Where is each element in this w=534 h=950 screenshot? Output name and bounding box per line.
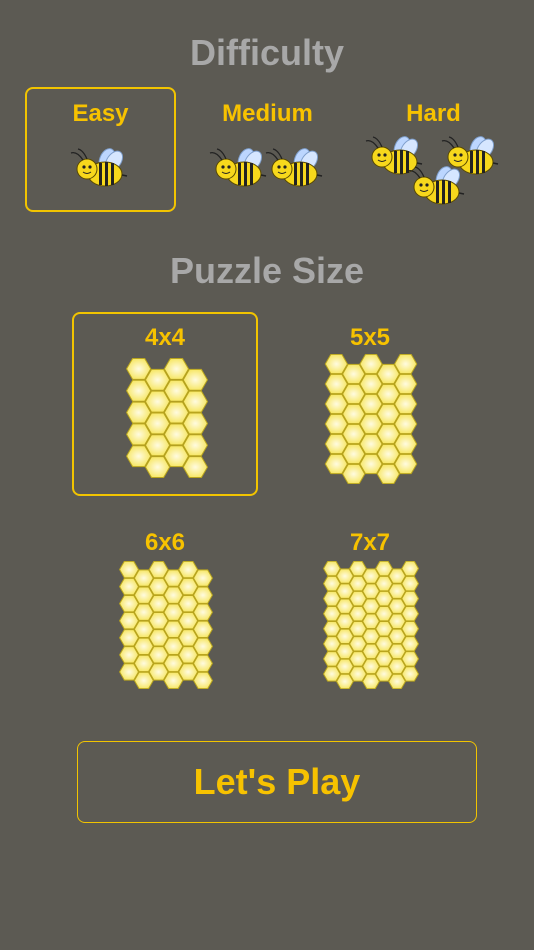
hex-cell: [401, 621, 420, 637]
difficulty-hard[interactable]: Hard: [358, 87, 509, 212]
hex-cell: [192, 620, 213, 638]
hex-cell: [401, 636, 420, 652]
hex-cell: [393, 413, 418, 435]
difficulty-medium[interactable]: Medium: [192, 87, 343, 212]
puzzle-size-title: Puzzle Size: [169, 250, 365, 291]
size-4x4-label: 4x4: [144, 324, 186, 351]
size-6x6[interactable]: 6x6: [72, 517, 258, 701]
difficulty-easy-label: Easy: [72, 100, 129, 127]
size-4x4[interactable]: 4x4: [72, 312, 258, 496]
size-6x6-label: 6x6: [144, 529, 186, 556]
size-7x7[interactable]: 7x7: [277, 517, 463, 701]
hex-cell: [192, 671, 213, 689]
hex-cell: [192, 603, 213, 621]
hex-cell: [192, 654, 213, 673]
hex-cell: [192, 569, 213, 587]
difficulty-medium-label: Medium: [222, 100, 313, 127]
hex-cell: [401, 666, 420, 682]
size-7x7-label: 7x7: [349, 529, 391, 556]
bee-icon: [407, 163, 465, 205]
hex-cell: [393, 433, 418, 455]
size-5x5-label: 5x5: [349, 324, 391, 351]
difficulty-hard-label: Hard: [406, 100, 461, 127]
hex-cell: [393, 393, 418, 415]
bee-icon: [70, 145, 128, 187]
hex-cell: [192, 586, 213, 604]
hex-cell: [401, 575, 420, 592]
hex-cell: [393, 354, 418, 375]
hex-cell: [393, 453, 418, 475]
hex-cell: [401, 651, 420, 667]
hex-cell: [401, 561, 420, 577]
hex-cell: [401, 605, 420, 622]
hex-cell: [393, 373, 418, 395]
bee-icon: [265, 145, 323, 187]
hex-grid-4x4: [125, 358, 209, 478]
size-5x5[interactable]: 5x5: [277, 312, 463, 496]
hex-grid-5x5: [324, 354, 418, 484]
hex-grid-7x7: [322, 561, 420, 689]
hex-cell: [192, 637, 213, 656]
hex-cell: [401, 590, 420, 607]
difficulty-easy[interactable]: Easy: [25, 87, 176, 212]
lets-play-button[interactable]: Let's Play: [77, 741, 477, 823]
difficulty-title: Difficulty: [189, 32, 344, 73]
hex-grid-6x6: [119, 561, 213, 689]
bee-icon: [209, 145, 267, 187]
